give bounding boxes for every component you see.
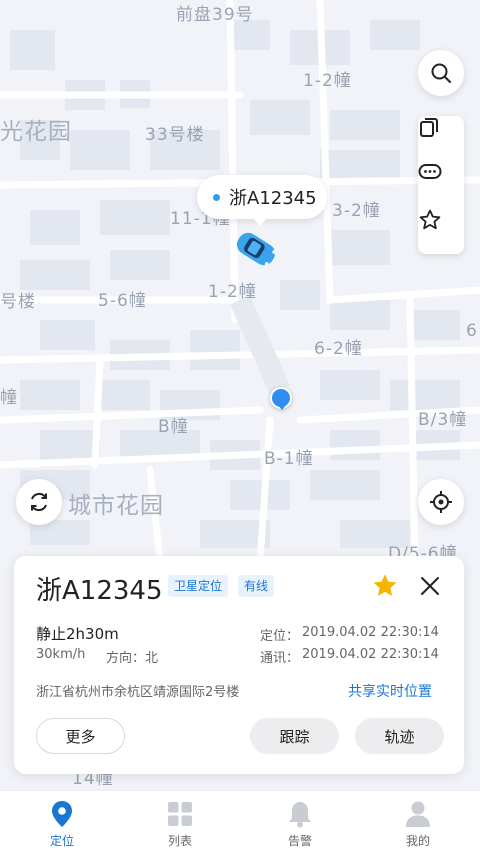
vehicle-info-panel: 浙A12345 卫星定位 有线 静止2h30m 30km/h 方向：北 定位： … <box>14 556 464 774</box>
grid-icon <box>168 802 192 826</box>
tab-mine[interactable]: 我的 <box>358 791 478 854</box>
tab-label: 定位 <box>49 834 74 848</box>
locate-button[interactable] <box>418 479 464 525</box>
online-dot-icon <box>213 193 220 201</box>
map-label: 号楼 <box>0 292 36 312</box>
close-icon[interactable] <box>420 576 440 596</box>
map-toolbar <box>418 116 464 254</box>
car-marker-icon[interactable] <box>228 226 284 272</box>
chat-icon <box>418 164 442 179</box>
star-icon <box>419 209 441 230</box>
refresh-icon <box>31 492 47 512</box>
locate-icon <box>430 491 452 513</box>
map-label: 幢 <box>0 388 18 408</box>
share-location-link[interactable]: 共享实时位置 <box>348 681 432 701</box>
locate-time-value: 2019.04.02 22:30:14 <box>302 625 439 640</box>
vehicle-status: 静止2h30m <box>36 625 119 643</box>
favorite-star-icon[interactable] <box>371 572 399 600</box>
location-pin-icon <box>52 801 72 827</box>
tab-locate[interactable]: 定位 <box>2 791 122 854</box>
comm-time-label: 通讯： <box>260 651 300 666</box>
tab-alarm[interactable]: 告警 <box>240 791 360 854</box>
map-label: B幢 <box>158 417 189 437</box>
vehicle-plate-label: 浙A12345 <box>229 188 317 209</box>
gps-tag: 卫星定位 <box>168 575 229 597</box>
vehicle-speed: 30km/h <box>36 647 86 662</box>
map-label: 城市花园 <box>68 493 164 519</box>
vehicle-direction: 方向：北 <box>106 651 159 666</box>
map-label: 光花园 <box>0 119 72 145</box>
bell-icon <box>289 802 311 828</box>
copy-button[interactable] <box>418 116 464 162</box>
map-label: B-1幢 <box>264 449 314 469</box>
more-button[interactable]: 更多 <box>36 718 125 754</box>
user-icon <box>406 801 430 827</box>
chat-button[interactable] <box>418 162 464 208</box>
map-label: B/3幢 <box>418 410 468 430</box>
refresh-button[interactable] <box>16 479 62 525</box>
wired-tag: 有线 <box>238 575 275 597</box>
bottom-tab-bar: 定位 列表 告警 我的 <box>0 790 480 854</box>
tab-label: 列表 <box>167 834 192 848</box>
map-label: 6-2幢 <box>314 339 363 359</box>
track-button[interactable]: 跟踪 <box>250 718 339 754</box>
heading-arrow-icon <box>277 404 287 410</box>
copy-icon <box>420 118 438 137</box>
tab-label: 我的 <box>405 834 430 848</box>
map-label: 33号楼 <box>145 125 205 145</box>
map-label: 1-2幢 <box>208 282 257 302</box>
vehicle-plate-title: 浙A12345 <box>36 576 163 606</box>
tab-list[interactable]: 列表 <box>120 791 240 854</box>
map-label: 5-6幢 <box>98 291 147 311</box>
locate-time-label: 定位： <box>260 629 300 644</box>
map-label: 6 <box>466 321 478 341</box>
vehicle-address: 浙江省杭州市余杭区靖源国际2号楼 <box>36 685 240 700</box>
search-icon <box>431 63 451 83</box>
tab-label: 告警 <box>287 834 312 848</box>
favorite-button[interactable] <box>418 208 464 254</box>
map-label: 前盘39号 <box>176 5 254 25</box>
map-label: 1-2幢 <box>303 71 352 91</box>
comm-time-value: 2019.04.02 22:30:14 <box>302 647 439 662</box>
map-label: 3-2幢 <box>332 201 381 221</box>
search-button[interactable] <box>418 50 464 96</box>
vehicle-plate-bubble[interactable]: 浙A12345 <box>197 175 327 226</box>
trace-button[interactable]: 轨迹 <box>355 718 444 754</box>
